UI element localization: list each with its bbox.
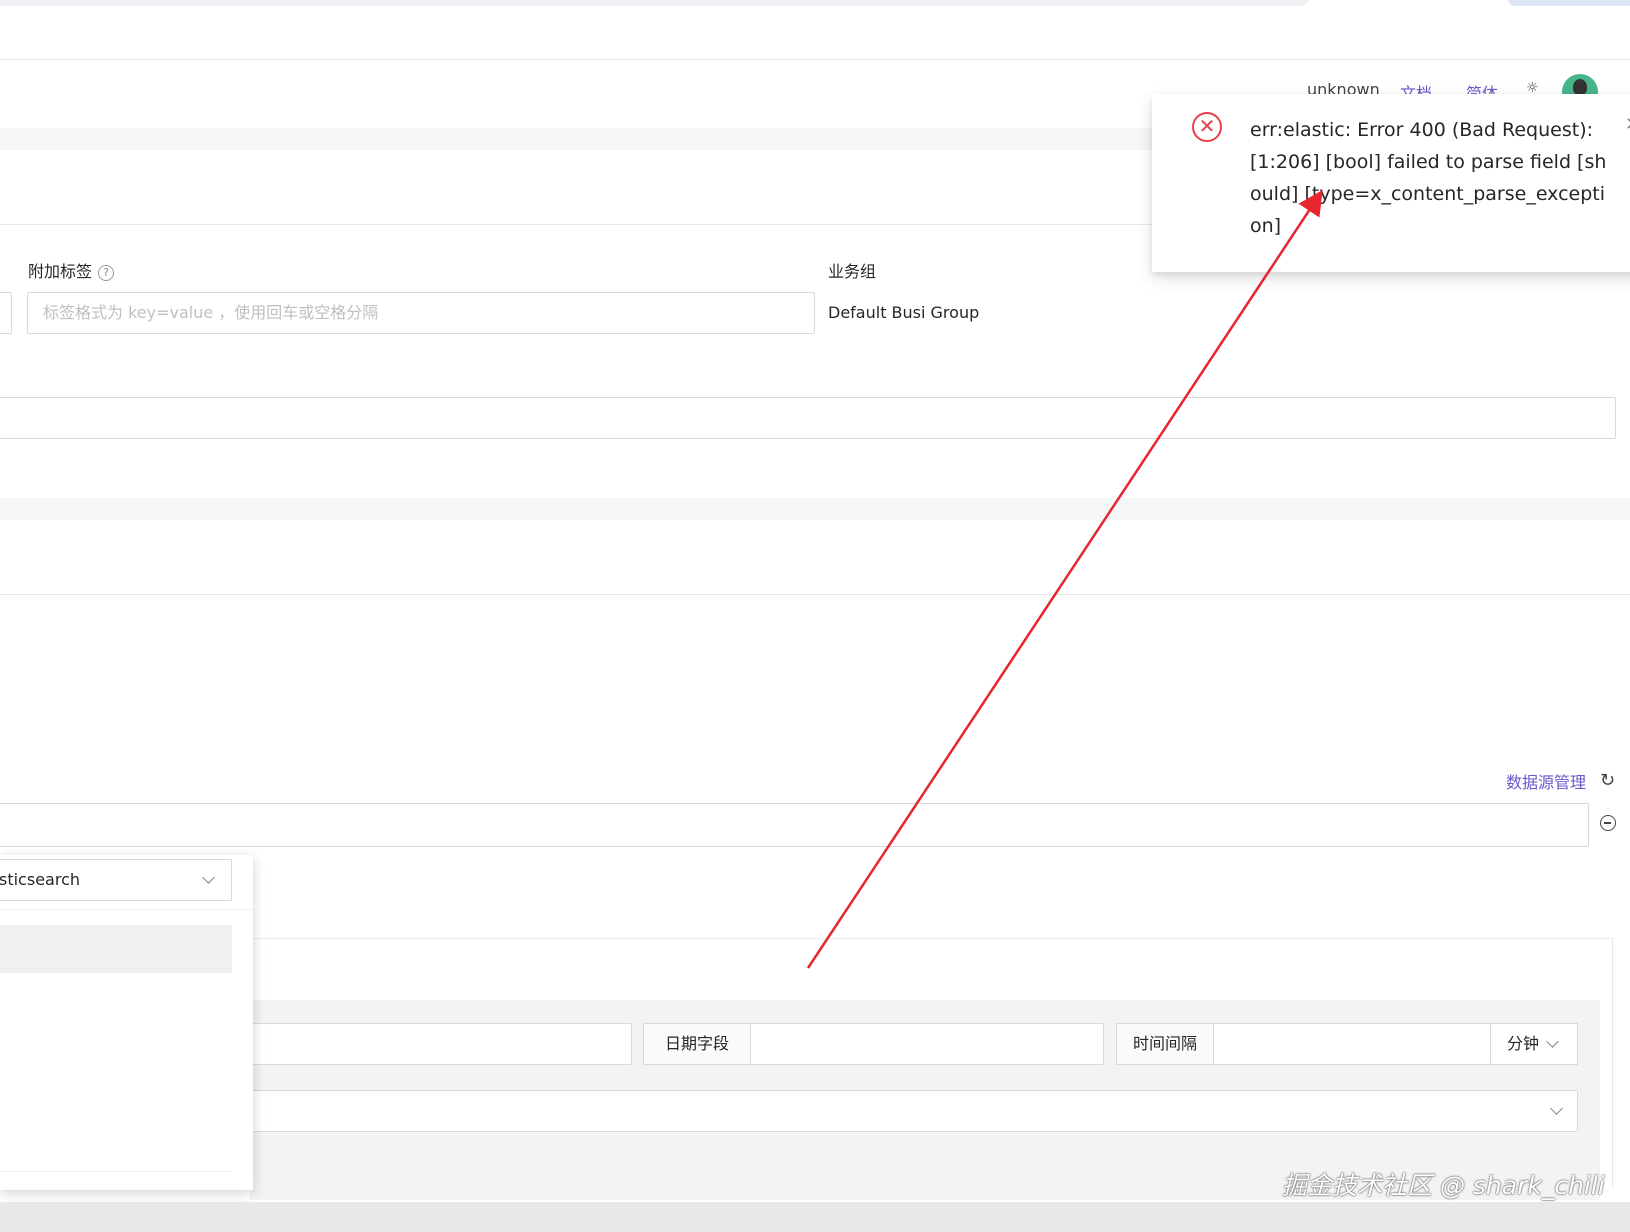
arrow-line — [806, 189, 1323, 969]
annotation-arrow — [806, 189, 1323, 969]
